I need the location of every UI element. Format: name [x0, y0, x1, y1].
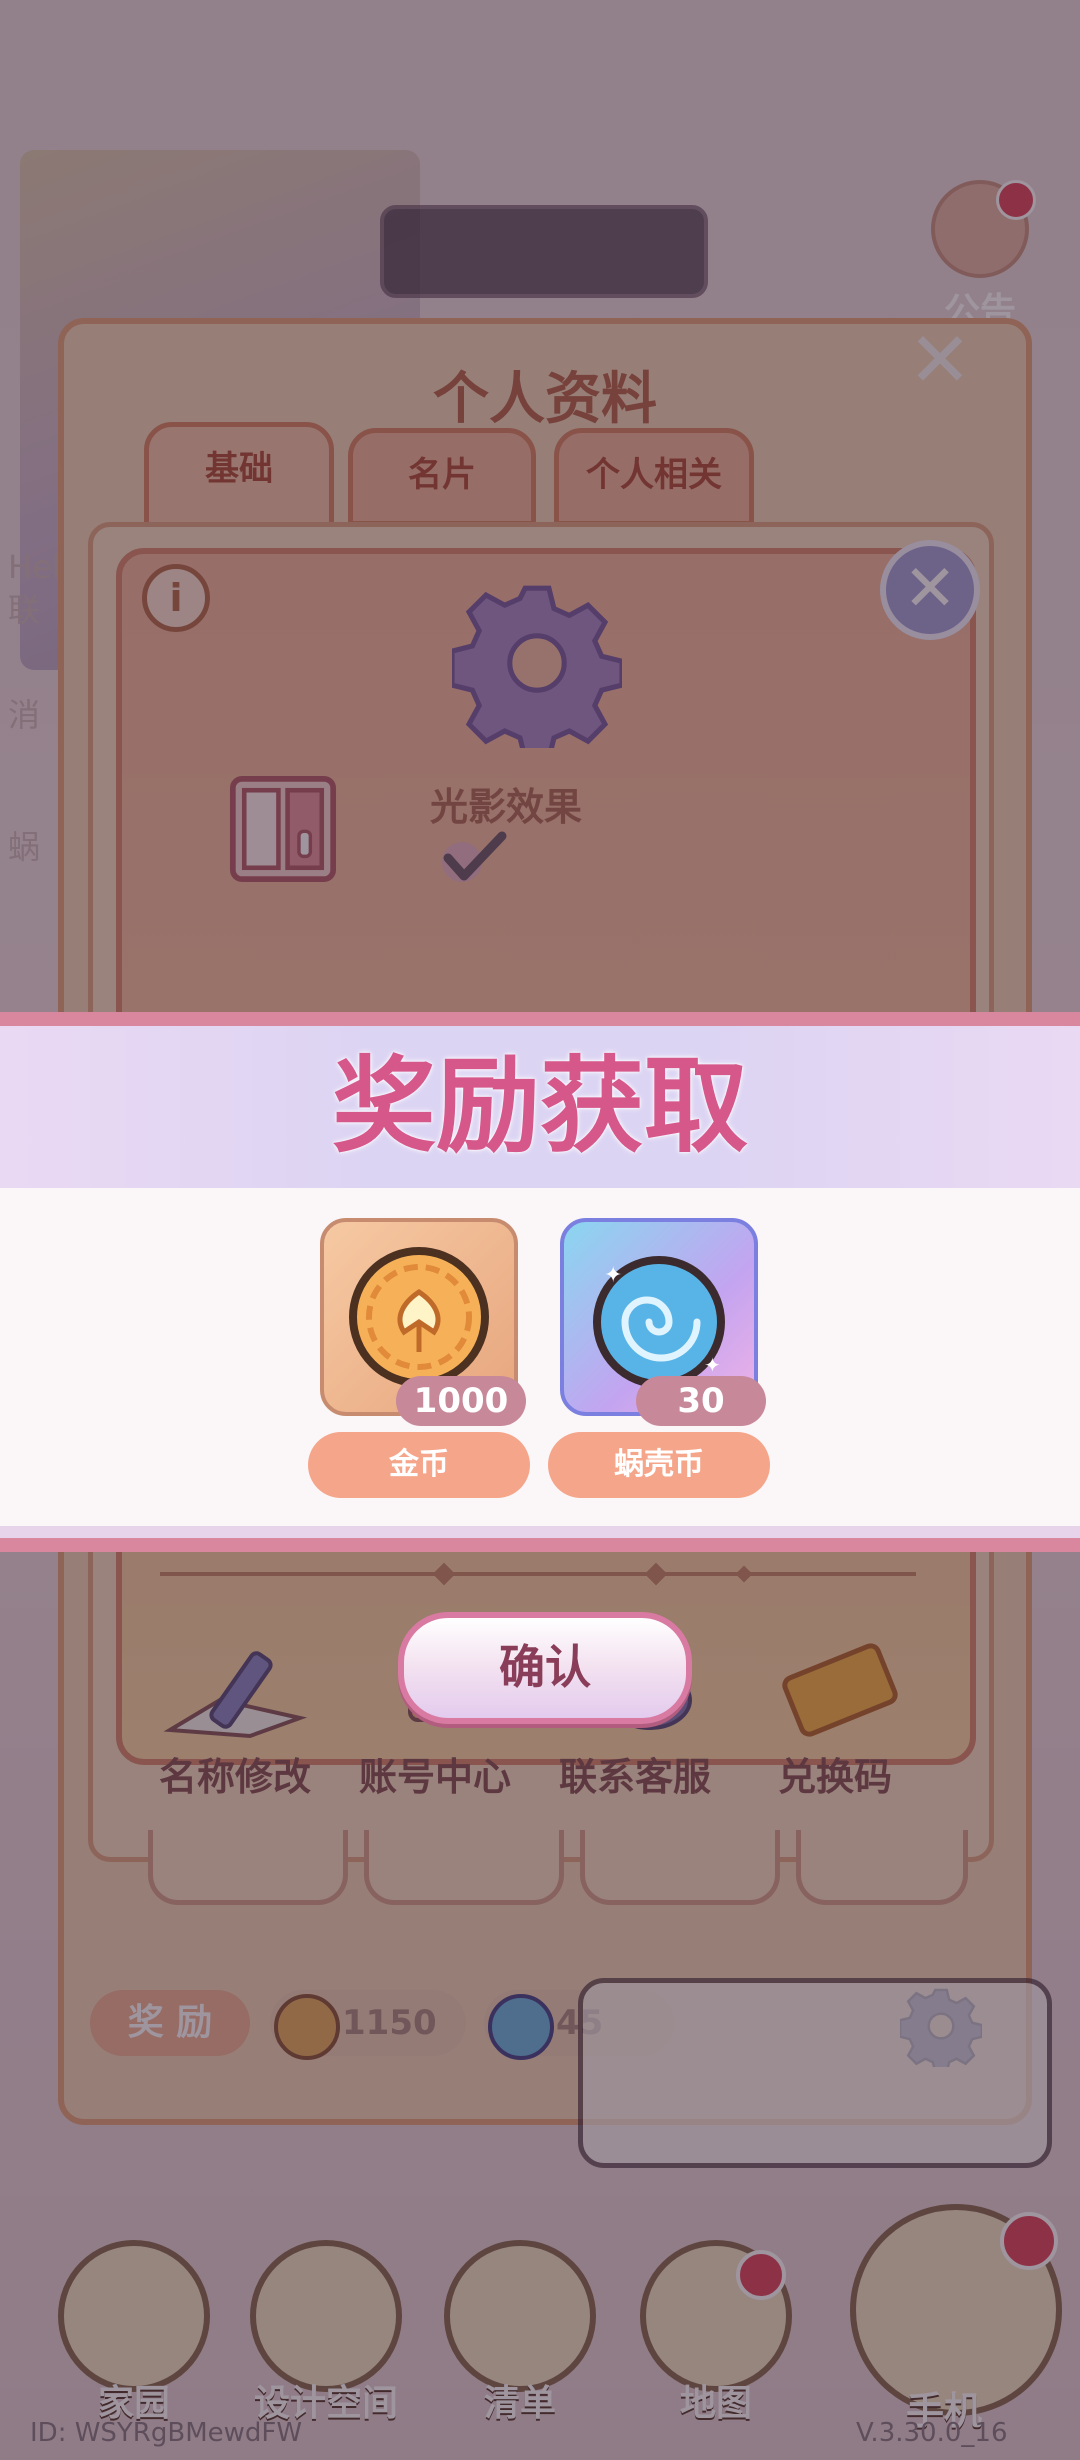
item-name: 金币 — [308, 1432, 530, 1498]
svg-text:✦: ✦ — [604, 1263, 622, 1288]
reward-body — [0, 1188, 1080, 1526]
quantity-badge: 1000 — [396, 1376, 526, 1426]
quantity-badge: 30 — [636, 1376, 766, 1426]
band-border-top — [0, 1012, 1080, 1026]
item-name: 蜗壳币 — [548, 1432, 770, 1498]
band-border-bottom — [0, 1526, 1080, 1538]
svg-text:✦: ✦ — [704, 1353, 721, 1377]
game-screen: Hell 联 消 蜗 公告 个人资料 ✕ 基础 名片 个人相关 i ✕ 光影效果 — [0, 0, 1080, 2460]
confirm-button[interactable]: 确认 — [398, 1612, 692, 1724]
reward-modal: 奖励获取 — [0, 1012, 1080, 1552]
reward-title: 奖励获取 — [331, 1045, 748, 1167]
band-border-bottom — [0, 1538, 1080, 1552]
